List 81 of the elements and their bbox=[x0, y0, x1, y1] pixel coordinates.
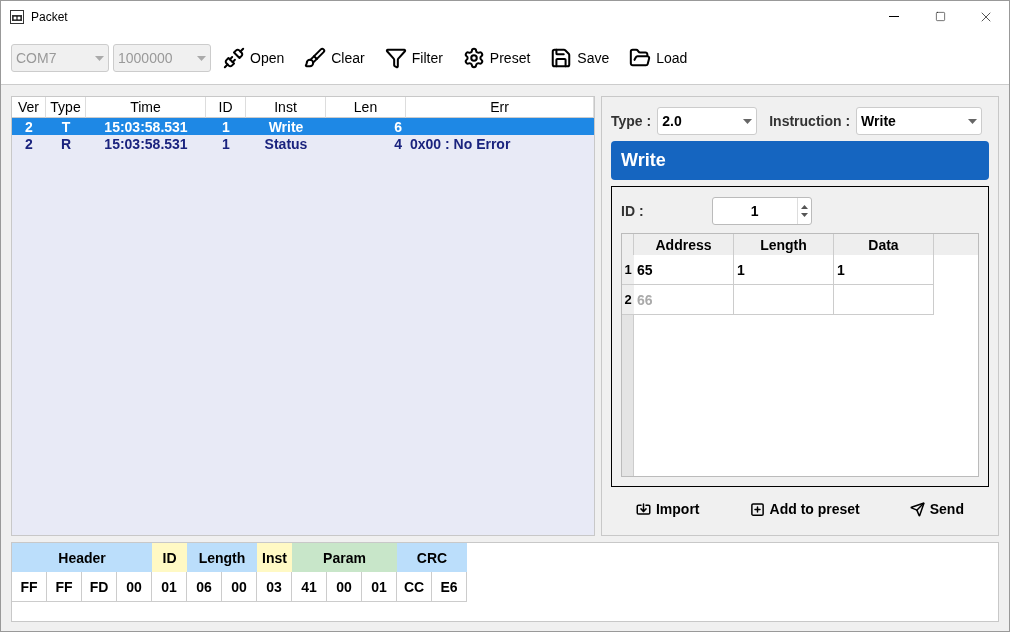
id-label: ID : bbox=[621, 203, 644, 219]
field-header: Header bbox=[12, 543, 152, 572]
import-icon bbox=[636, 501, 651, 517]
instruction-dropdown[interactable]: Write bbox=[856, 107, 983, 135]
table-cell[interactable]: 2 bbox=[12, 118, 46, 135]
filter-icon bbox=[384, 47, 407, 69]
table-cell[interactable]: 1 bbox=[734, 255, 834, 285]
action-button[interactable]: Import bbox=[632, 499, 704, 519]
send-icon bbox=[909, 501, 925, 517]
table-cell[interactable]: T bbox=[46, 118, 86, 135]
column-header[interactable]: ID bbox=[206, 97, 246, 118]
byte-cell: 00 bbox=[222, 572, 257, 602]
column-header[interactable]: Err bbox=[406, 97, 594, 118]
field-header: Length bbox=[187, 543, 257, 572]
caret-icon bbox=[968, 118, 978, 124]
byte-cell: CC bbox=[397, 572, 432, 602]
byte-cell: 00 bbox=[327, 572, 362, 602]
column-header[interactable]: Length bbox=[734, 234, 834, 255]
save-icon bbox=[550, 47, 573, 69]
instruction-banner: Write bbox=[611, 141, 989, 180]
table-cell[interactable]: 0x00 : No Error bbox=[406, 135, 594, 152]
minimize-icon bbox=[889, 16, 899, 17]
table-cell[interactable]: 2 bbox=[12, 135, 46, 152]
field-header: CRC bbox=[397, 543, 467, 572]
column-header[interactable]: Time bbox=[86, 97, 206, 118]
table-cell[interactable]: Status bbox=[246, 135, 326, 152]
byte-cell: 01 bbox=[362, 572, 397, 602]
action-button[interactable]: Add to preset bbox=[745, 499, 864, 519]
maximize-icon bbox=[934, 11, 946, 22]
instruction-label: Instruction : bbox=[769, 113, 851, 129]
byte-cell: E6 bbox=[432, 572, 467, 602]
unplug-icon bbox=[223, 47, 245, 69]
spin-arrows-icon[interactable] bbox=[796, 198, 811, 224]
field-header: ID bbox=[152, 543, 187, 572]
byte-cell: 41 bbox=[292, 572, 327, 602]
caret-icon bbox=[95, 55, 104, 61]
byte-cell: FD bbox=[82, 572, 117, 602]
field-header: Inst bbox=[257, 543, 292, 572]
row-number: 2 bbox=[622, 285, 634, 315]
broom-icon bbox=[304, 47, 327, 69]
folder-icon bbox=[629, 47, 652, 69]
table-cell[interactable] bbox=[406, 118, 594, 135]
toolbar-button[interactable]: Save bbox=[542, 42, 620, 74]
toolbar-button[interactable]: Filter bbox=[376, 42, 453, 74]
table-cell[interactable]: 65 bbox=[634, 255, 734, 285]
byte-cell: 03 bbox=[257, 572, 292, 602]
table-cell[interactable]: 6 bbox=[326, 118, 406, 135]
table-cell[interactable]: Write bbox=[246, 118, 326, 135]
byte-cell: 06 bbox=[187, 572, 222, 602]
type-label: Type : bbox=[611, 113, 652, 129]
table-cell[interactable]: 15:03:58.531 bbox=[86, 118, 206, 135]
caret-icon bbox=[743, 118, 753, 124]
column-header[interactable]: Data bbox=[834, 234, 934, 255]
row-number: 1 bbox=[622, 255, 634, 285]
byte-cell: 01 bbox=[152, 572, 187, 602]
column-header[interactable]: Len bbox=[326, 97, 406, 118]
toolbar-button[interactable]: Load bbox=[621, 42, 698, 74]
window-title: Packet bbox=[31, 9, 69, 24]
toolbar-button[interactable]: Open bbox=[215, 42, 295, 74]
settings-icon bbox=[462, 47, 485, 69]
toolbar-button[interactable]: Clear bbox=[296, 42, 375, 74]
byte-cell: 00 bbox=[117, 572, 152, 602]
table-cell[interactable]: 4 bbox=[326, 135, 406, 152]
plus-square-icon bbox=[749, 501, 765, 517]
table-cell[interactable]: 1 bbox=[206, 118, 246, 135]
action-button[interactable]: Send bbox=[905, 499, 968, 519]
table-cell[interactable]: R bbox=[46, 135, 86, 152]
column-header[interactable]: Address bbox=[634, 234, 734, 255]
table-cell[interactable]: 1 bbox=[206, 135, 246, 152]
column-header[interactable]: Type bbox=[46, 97, 86, 118]
column-header[interactable]: Ver bbox=[12, 97, 46, 118]
toolbar-button[interactable]: Preset bbox=[454, 42, 541, 74]
caret-icon bbox=[197, 55, 206, 61]
id-spinbox[interactable]: 1 bbox=[711, 197, 812, 225]
field-header: Param bbox=[292, 543, 397, 572]
app-icon bbox=[10, 9, 24, 24]
table-cell[interactable]: 15:03:58.531 bbox=[86, 135, 206, 152]
byte-cell: FF bbox=[12, 572, 47, 602]
column-header[interactable]: Inst bbox=[246, 97, 326, 118]
type-dropdown[interactable]: 2.0 bbox=[657, 107, 758, 135]
byte-cell: FF bbox=[47, 572, 82, 602]
